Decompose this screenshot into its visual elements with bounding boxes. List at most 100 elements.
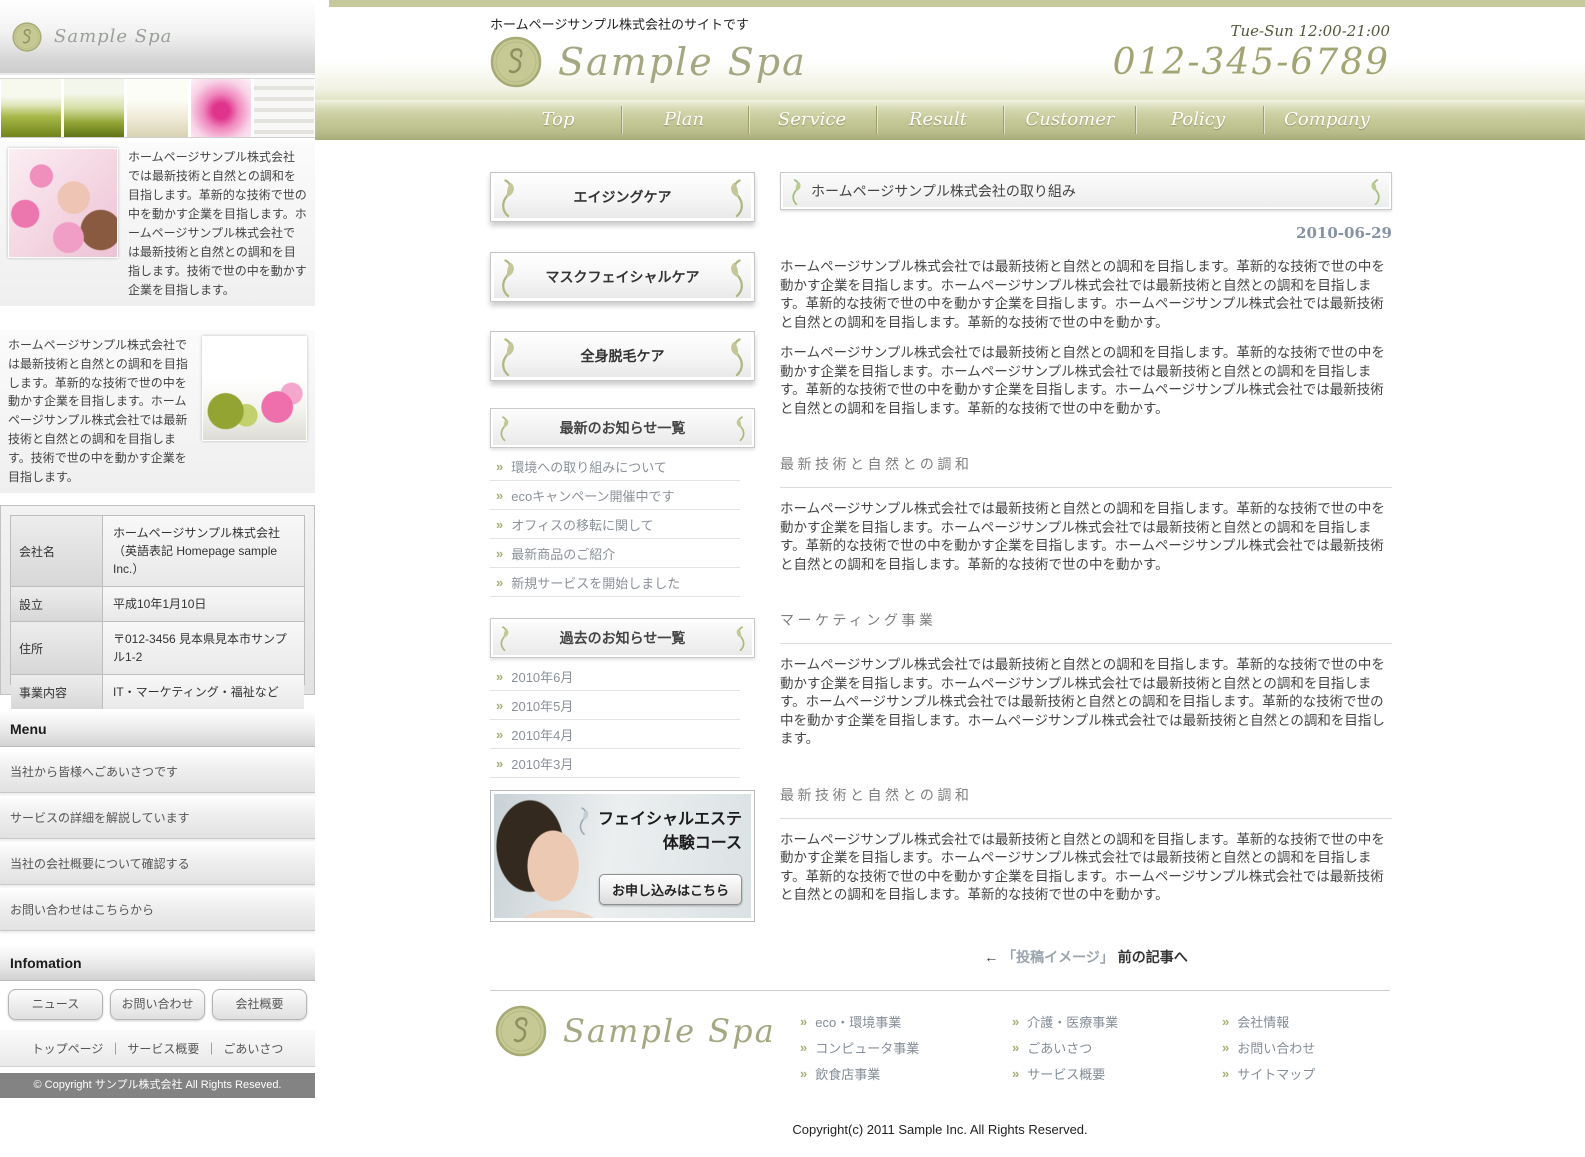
photo-white-candles [127,79,187,137]
archive-link[interactable]: 2010年5月 [511,696,573,715]
list-item: » 会社情報 [1222,1008,1422,1034]
nav-service[interactable]: Service [752,100,872,140]
sidebar-item-contact[interactable]: お問い合わせはこちらから [0,889,315,931]
sidebar-photo-strip [0,78,315,138]
leaf-ornament-icon [734,415,747,442]
pagination-suffix: 前の記事へ [1118,949,1188,965]
news-link[interactable]: 環境への取り組みについて [511,457,667,476]
leaf-ornament-icon [498,179,518,217]
footer-link[interactable]: 介護・医療事業 [1027,1012,1118,1031]
footer-link[interactable]: コンピュータ事業 [815,1038,919,1057]
footer-logo[interactable]: Sample Spa [495,1005,776,1057]
table-label: 住所 [11,622,103,674]
article-column: ホームページサンプル株式会社の取り組み 2010-06-29 ホームページサンプ… [780,172,1392,967]
facial-campaign-banner[interactable]: フェイシャルエステ 体験コース お申し込みはこちら [490,790,755,922]
nav-plan[interactable]: Plan [624,100,744,140]
table-label: 会社名 [11,516,103,586]
sidebar-item-service[interactable]: サービスの詳細を解説しています [0,797,315,839]
pagination: ← 「投稿イメージ」 前の記事へ [780,947,1392,967]
greeting-link[interactable]: ごあいさつ [223,1040,283,1057]
article-paragraph: ホームページサンプル株式会社では最新技術と自然との調和を目指します。革新的な技術… [780,500,1392,574]
separator: ｜ [205,1040,217,1057]
list-item: »サービス概要 [1012,1060,1212,1086]
news-list: »環境への取り組みについて »ecoキャンペーン開催中です »オフィスの移転に関… [490,452,740,597]
sidebar-item-company[interactable]: 当社の会社概要について確認する [0,843,315,885]
section-heading: マーケティング事業 [780,610,1392,644]
intro-text-1: ホームページサンプル株式会社では最新技術と自然との調和を目指します。革新的な技術… [128,148,307,300]
button-label: 全身脱毛ケア [581,346,665,366]
arrow-icon: » [496,459,503,474]
service-overview-link[interactable]: サービス概要 [127,1040,199,1057]
sidebar-item-greeting[interactable]: 当社から皆様へごあいさつです [0,751,315,793]
business-hours: Tue-Sun 12:00-21:00 [1113,22,1390,40]
sidebar-logo-text: Sample Spa [54,26,172,47]
top-page-link[interactable]: トップページ [32,1040,104,1057]
news-link[interactable]: オフィスの移転に関して [511,515,653,534]
spa-logo-icon [490,36,542,88]
footer: Sample Spa » eco・環境事業 » コンピュータ事業 » 飲食店事業 »介… [490,1000,1390,1100]
list-item: »新規サービスを開始しました [490,568,740,597]
arrow-icon: » [496,669,503,684]
previous-article-link[interactable]: 「投稿イメージ」 [1002,949,1114,965]
archive-link[interactable]: 2010年6月 [511,667,573,686]
spa-logo-icon [495,1005,547,1057]
nav-divider [1135,106,1136,134]
company-button[interactable]: 会社概要 [212,989,307,1020]
footer-link[interactable]: eco・環境事業 [815,1012,901,1031]
news-list-header: 最新のお知らせ一覧 [490,408,755,448]
news-button[interactable]: ニュース [8,989,103,1020]
table-value: ホームページサンプル株式会社 （英語表記 Homepage sample Inc… [103,516,304,586]
curl-ornament-icon [576,807,592,835]
archive-list: »2010年6月 »2010年5月 »2010年4月 »2010年3月 [490,662,740,778]
footer-link[interactable]: 会社情報 [1237,1012,1289,1031]
nav-result[interactable]: Result [878,100,998,140]
sidebar-logo[interactable]: Sample Spa [0,0,315,75]
footer-link[interactable]: サイトマップ [1237,1064,1315,1083]
nav-policy[interactable]: Policy [1138,100,1258,140]
news-link[interactable]: 最新商品のご紹介 [511,544,615,563]
menu-heading: Menu [0,711,315,747]
article-paragraph: ホームページサンプル株式会社では最新技術と自然との調和を目指します。革新的な技術… [780,831,1392,905]
arrow-icon: » [800,1040,807,1055]
nav-company[interactable]: Company [1267,100,1387,140]
main-nav: Top Plan Service Result Customer Policy … [315,100,1585,140]
phone-number: 012-345-6789 [1113,42,1390,83]
site-logo[interactable]: Sample Spa [490,36,807,88]
main-area: ホームページサンプル株式会社のサイトです Sample Spa Tue-Sun … [315,0,1585,1157]
photo-candles-towel [202,336,307,441]
footer-column-1: »eco・環境事業 »コンピュータ事業 »飲食店事業 [800,1008,1000,1086]
nav-customer[interactable]: Customer [1010,100,1130,140]
button-label: マスクフェイシャルケア [546,267,700,287]
photo-towels [254,79,314,137]
news-link[interactable]: ecoキャンペーン開催中です [511,486,674,505]
news-link[interactable]: 新規サービスを開始しました [511,573,680,592]
arrow-icon: » [496,517,503,532]
sidebar-copyright: © Copyright サンプル株式会社 All Rights Reseved. [0,1073,315,1098]
banner-line-1: フェイシャルエステ [598,807,742,831]
contact-button[interactable]: お問い合わせ [110,989,205,1020]
arrow-icon: » [1222,1040,1229,1055]
leaf-ornament-icon [498,338,518,376]
banner-line-2: 体験コース [598,831,742,855]
hair-removal-care-button[interactable]: 全身脱毛ケア [490,331,755,381]
nav-top[interactable]: Top [498,100,618,140]
footer-link[interactable]: お問い合わせ [1237,1038,1315,1057]
aging-care-button[interactable]: エイジングケア [490,172,755,222]
leaf-ornament-icon [498,415,511,442]
sidebar-footer-links: トップページ ｜ サービス概要 ｜ ごあいさつ [0,1029,315,1067]
footer-column-2: »介護・医療事業 »ごあいさつ »サービス概要 [1012,1008,1212,1086]
archive-list-title: 過去のお知らせ一覧 [560,628,686,648]
mask-facial-care-button[interactable]: マスクフェイシャルケア [490,252,755,302]
archive-link[interactable]: 2010年3月 [511,754,573,773]
list-item: » お問い合わせ [1222,1034,1422,1060]
footer-link[interactable]: サービス概要 [1027,1064,1105,1083]
list-item: »介護・医療事業 [1012,1008,1212,1034]
footer-logo-text: Sample Spa [563,1012,776,1050]
footer-link[interactable]: 飲食店事業 [815,1064,880,1083]
footer-link[interactable]: ごあいさつ [1027,1038,1092,1057]
archive-list-header: 過去のお知らせ一覧 [490,618,755,658]
arrow-icon: » [1222,1014,1229,1029]
archive-link[interactable]: 2010年4月 [511,725,573,744]
apply-button[interactable]: お申し込みはこちら [599,874,742,905]
table-row: 設立 平成10年1月10日 [11,587,304,622]
